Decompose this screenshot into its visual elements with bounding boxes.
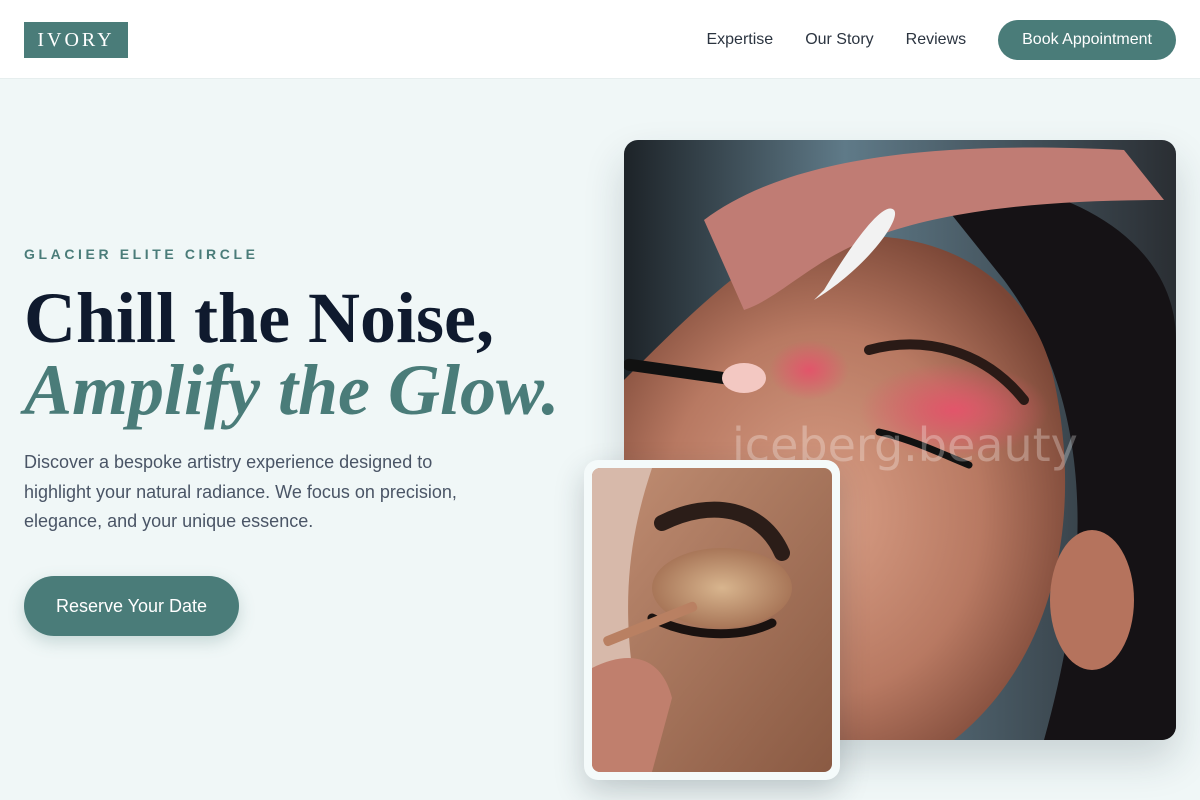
top-navbar: IVORY Expertise Our Story Reviews Book A… [0, 0, 1200, 79]
nav-links: Expertise Our Story Reviews Book Appoint… [706, 20, 1176, 60]
reserve-date-button[interactable]: Reserve Your Date [24, 576, 239, 636]
hero-eyebrow: GLACIER ELITE CIRCLE [24, 246, 259, 262]
nav-link-expertise[interactable]: Expertise [706, 31, 773, 49]
brand-logo[interactable]: IVORY [24, 22, 128, 58]
hero-headline-line2: Amplify the Glow. [24, 350, 560, 430]
lash-application-photo [592, 468, 832, 772]
book-appointment-button[interactable]: Book Appointment [998, 20, 1176, 60]
nav-link-our-story[interactable]: Our Story [805, 31, 873, 49]
hero-inset-image-frame [584, 460, 840, 780]
hero-description: Discover a bespoke artistry experience d… [24, 452, 457, 531]
nav-link-reviews[interactable]: Reviews [906, 31, 966, 49]
hero-inset-image [592, 468, 832, 772]
hero-headline-line1: Chill the Noise, [24, 278, 495, 358]
